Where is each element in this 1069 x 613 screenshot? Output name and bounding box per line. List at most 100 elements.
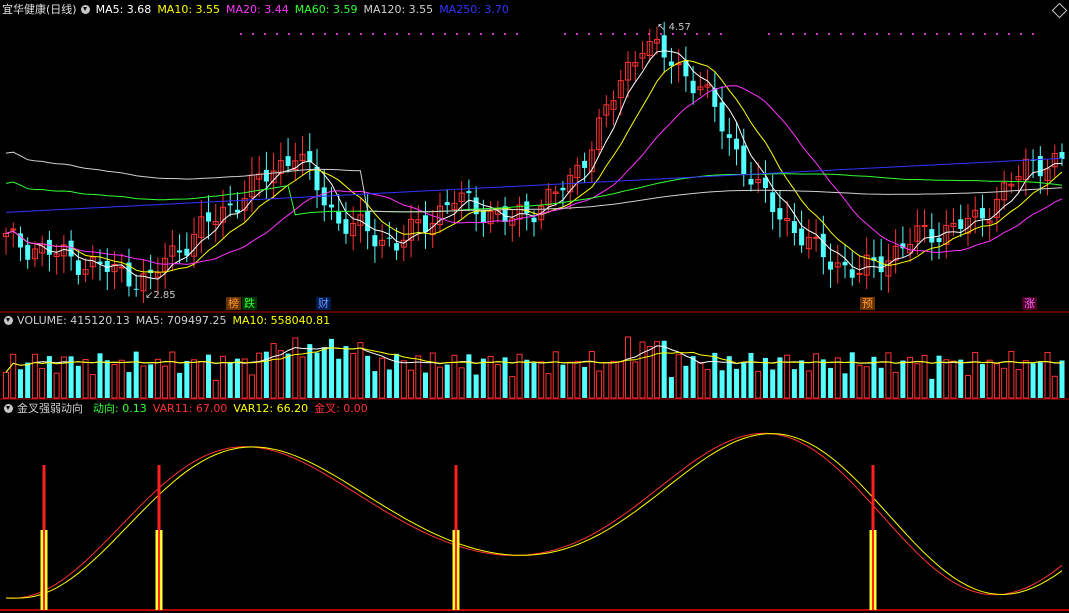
candle-body-down xyxy=(263,169,269,182)
candle-body-down xyxy=(531,217,537,223)
top-marker-dot xyxy=(348,33,350,35)
volume-bar-up xyxy=(39,367,46,399)
candle-body-down xyxy=(668,61,674,66)
volume-bar-up xyxy=(993,363,1000,399)
top-marker-dot xyxy=(456,33,458,35)
volume-bar-up xyxy=(212,380,219,399)
volume-bar-up xyxy=(603,362,610,399)
volume-bar-down xyxy=(524,359,530,398)
top-marker-dot xyxy=(384,33,386,35)
top-marker-dot xyxy=(996,33,998,35)
volume-bar-up xyxy=(950,360,957,399)
top-marker-dot xyxy=(888,33,890,35)
price-menu-icon[interactable] xyxy=(80,4,90,14)
chart-canvas[interactable] xyxy=(0,0,1069,613)
top-marker-dot xyxy=(624,33,626,35)
event-tag-0[interactable]: 榜 xyxy=(226,297,241,310)
volume-bar-up xyxy=(1015,369,1022,399)
volume-bar-up xyxy=(256,352,263,399)
volume-bar-down xyxy=(343,346,349,398)
top-marker-dot xyxy=(480,33,482,35)
volume-bar-down xyxy=(958,359,964,398)
volume-bar-down xyxy=(473,374,479,398)
top-marker-dot xyxy=(564,33,566,35)
top-marker-dot xyxy=(444,33,446,35)
volume-bar-up xyxy=(1008,350,1015,399)
volume-bar-up xyxy=(964,374,971,399)
volume-bar-down xyxy=(979,363,985,398)
candle-body-down xyxy=(560,187,566,191)
candle-body-up xyxy=(118,266,125,269)
candle-body-down xyxy=(75,260,81,275)
event-tag-2[interactable]: 财 xyxy=(316,297,331,310)
volume-bar-down xyxy=(423,372,429,398)
volume-bar-down xyxy=(97,353,103,398)
candle-body-down xyxy=(719,102,725,132)
volume-bar-up xyxy=(538,361,545,399)
candle-body-down xyxy=(133,288,139,290)
volume-bar-up xyxy=(162,365,169,399)
volume-bar-down xyxy=(712,352,718,398)
volume-bar-up xyxy=(675,354,682,399)
top-marker-dot xyxy=(504,33,506,35)
candle-body-down xyxy=(206,212,212,222)
volume-bar-up xyxy=(610,360,617,399)
price-low-label: ↙2.85 xyxy=(145,290,176,301)
top-marker-dot xyxy=(720,33,722,35)
event-tag-1[interactable]: 跌 xyxy=(242,297,257,310)
candle-body-down xyxy=(25,244,31,260)
candle-body-down xyxy=(661,35,667,58)
volume-bar-up xyxy=(1022,360,1029,399)
top-marker-dot xyxy=(324,33,326,35)
top-marker-dot xyxy=(912,33,914,35)
candle-body-down xyxy=(423,215,429,233)
ind-legend-dongxiang: 动向: 0.13 xyxy=(93,402,147,415)
candle-body-down xyxy=(842,261,848,266)
top-marker-dot xyxy=(792,33,794,35)
volume-bar-up xyxy=(458,367,465,399)
volume-bar-down xyxy=(104,360,110,398)
candle-body-down xyxy=(878,256,884,273)
ma-line-ma250 xyxy=(5,157,1063,213)
volume-bar-up xyxy=(436,366,443,399)
ind-legend-jincha: 金叉: 0.00 xyxy=(314,402,368,415)
candle-body-down xyxy=(726,134,732,138)
indicator-menu-icon[interactable] xyxy=(4,403,13,413)
volume-bar-down xyxy=(929,378,935,398)
top-marker-dot xyxy=(420,33,422,35)
volume-bar-up xyxy=(856,364,863,399)
volume-bar-down xyxy=(560,364,566,398)
volume-bar-up xyxy=(89,374,96,399)
top-marker-dot xyxy=(408,33,410,35)
volume-bar-down xyxy=(502,357,508,398)
volume-bar-down xyxy=(206,354,212,398)
volume-bar-down xyxy=(668,377,674,398)
top-marker-dot xyxy=(876,33,878,35)
candle-body-down xyxy=(828,261,834,270)
top-marker-dot xyxy=(1032,33,1034,35)
event-tag-4[interactable]: 涨 xyxy=(1022,297,1037,310)
volume-bar-up xyxy=(198,361,205,399)
volume-bar-down xyxy=(372,371,378,398)
top-marker-dot xyxy=(336,33,338,35)
volume-bar-down xyxy=(133,351,139,398)
candle-body-down xyxy=(480,210,486,223)
volume-bar-down xyxy=(799,360,805,398)
volume-menu-icon[interactable] xyxy=(4,315,13,325)
volume-bar-down xyxy=(17,369,23,398)
volume-bar-up xyxy=(863,366,870,399)
volume-bar-down xyxy=(177,372,183,398)
volume-bar-down xyxy=(828,367,834,398)
volume-bar-up xyxy=(784,354,791,399)
volume-bar-up xyxy=(494,364,501,399)
volume-bar-down xyxy=(770,369,776,398)
volume-bar-up xyxy=(704,369,711,399)
vol-legend-vma10: MA10: 558040.81 xyxy=(232,314,331,327)
volume-bar-up xyxy=(10,353,17,399)
event-tag-3[interactable]: 预 xyxy=(860,297,875,310)
ind-legend-var12: VAR12: 66.20 xyxy=(233,402,309,415)
candle-body-down xyxy=(958,219,964,229)
top-marker-dot xyxy=(816,33,818,35)
stock-name: 宜华健康(日线) xyxy=(2,3,77,16)
volume-bar-up xyxy=(813,353,820,399)
